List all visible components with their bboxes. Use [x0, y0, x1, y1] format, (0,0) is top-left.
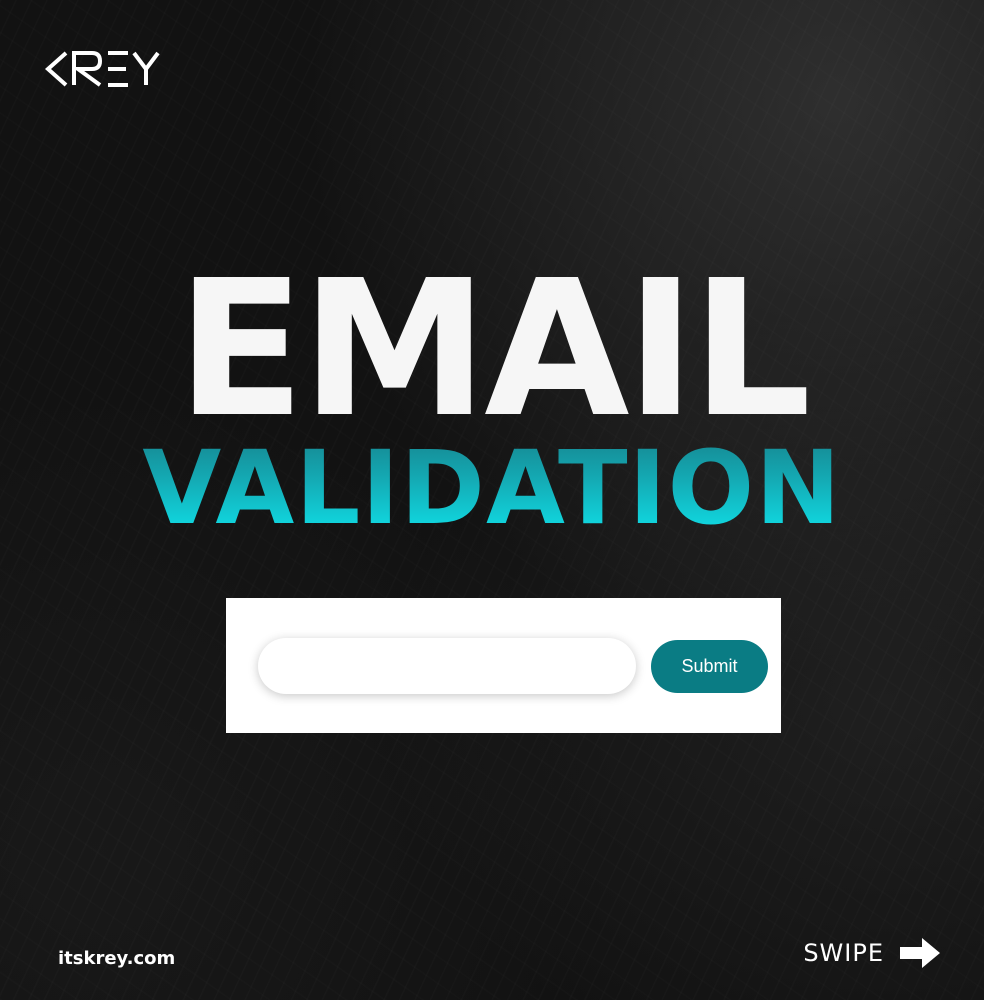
- email-input[interactable]: [258, 638, 636, 694]
- website-link[interactable]: itskrey.com: [58, 948, 175, 969]
- swipe-label: SWIPE: [803, 939, 884, 967]
- submit-button[interactable]: Submit: [651, 640, 768, 693]
- arrow-right-icon: [900, 938, 940, 968]
- hero-title-validation: VALIDATION: [0, 434, 984, 544]
- swipe-hint: SWIPE: [803, 938, 940, 968]
- hero-title-email: EMAIL: [176, 240, 812, 459]
- krey-logo: [44, 51, 160, 87]
- email-form-card: Submit: [226, 598, 781, 733]
